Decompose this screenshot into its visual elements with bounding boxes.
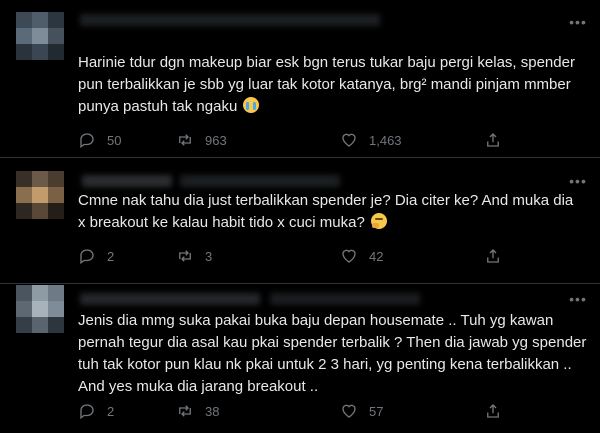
tweet-text-line: Cmne nak tahu dia just terbalikkan spend… [78, 192, 574, 209]
like-button[interactable]: 42 [340, 246, 383, 266]
like-count: 42 [369, 248, 384, 264]
tweet-text-line: tuh tak kotor pun klau nk pkai untuk 2 3… [78, 356, 572, 373]
tweet-text-line: pun terbalikkan je sbb yg luar tak kotor… [78, 76, 571, 93]
tweet-text-line: Jenis dia mmg suka pakai buka baju depan… [78, 312, 554, 329]
share-button[interactable] [484, 401, 502, 421]
author-handle-redacted [270, 293, 420, 305]
tweet-text: Jenis dia mmg suka pakai buka baju depan… [78, 310, 588, 398]
retweet-button[interactable]: 3 [176, 246, 212, 266]
author-handle-redacted [180, 175, 340, 187]
avatar[interactable] [16, 12, 64, 60]
tweet[interactable]: ••• Cmne nak tahu dia just terbalikkan s… [0, 157, 600, 283]
tweet-actions: 2 38 57 [78, 401, 518, 421]
reply-count: 50 [107, 132, 122, 148]
retweet-icon [179, 134, 191, 146]
share-icon [487, 133, 499, 147]
tweet-text-line: Harinie tdur dgn makeup biar esk bgn ter… [78, 54, 575, 71]
more-options-icon[interactable]: ••• [568, 173, 588, 189]
retweet-count: 3 [205, 248, 213, 264]
more-options-icon[interactable]: ••• [568, 291, 588, 307]
author-name-redacted [80, 14, 380, 26]
share-icon [487, 404, 499, 418]
reply-count: 2 [107, 403, 115, 419]
retweet-count: 38 [205, 403, 220, 419]
tweet-actions: 2 3 42 [78, 246, 518, 266]
reply-icon [80, 404, 94, 420]
tweet-text-line: pernah tegur dia asal kau pkai spender t… [78, 334, 587, 351]
reply-icon [80, 133, 94, 149]
like-count: 57 [369, 403, 384, 419]
like-count: 1,463 [369, 132, 402, 148]
retweet-icon [179, 405, 191, 417]
like-button[interactable]: 1,463 [340, 130, 402, 150]
reply-button[interactable]: 50 [78, 130, 121, 150]
more-options-icon[interactable]: ••• [568, 14, 588, 30]
tweet[interactable]: ••• Jenis dia mmg suka pakai buka baju d… [0, 283, 600, 433]
retweet-icon [179, 250, 191, 262]
reply-count: 2 [107, 248, 115, 264]
thinking-face-icon [371, 213, 387, 229]
like-icon [342, 249, 356, 263]
avatar[interactable] [16, 285, 64, 333]
tweet-text: Harinie tdur dgn makeup biar esk bgn ter… [78, 52, 588, 118]
reply-button[interactable]: 2 [78, 401, 114, 421]
retweet-button[interactable]: 963 [176, 130, 227, 150]
like-icon [342, 404, 356, 418]
tweet-text: Cmne nak tahu dia just terbalikkan spend… [78, 190, 588, 234]
author-name-redacted [82, 175, 172, 187]
like-icon [342, 133, 356, 147]
tweet[interactable]: ••• Harinie tdur dgn makeup biar esk bgn… [0, 0, 600, 157]
retweet-button[interactable]: 38 [176, 401, 219, 421]
share-icon [487, 249, 499, 263]
author-name-redacted [80, 293, 260, 305]
tweet-text-line: And yes muka dia jarang breakout .. [78, 378, 319, 395]
reply-icon [80, 249, 94, 265]
avatar[interactable] [16, 171, 64, 219]
loudly-crying-face-icon [243, 97, 260, 113]
retweet-count: 963 [205, 132, 227, 148]
tweet-text-line: x breakout ke kalau habit tido x cuci mu… [78, 212, 588, 234]
like-button[interactable]: 57 [340, 401, 383, 421]
share-button[interactable] [484, 130, 502, 150]
tweet-text-line: punya pastuh tak ngaku [78, 96, 588, 118]
tweet-actions: 50 963 1,463 [78, 130, 518, 150]
share-button[interactable] [484, 246, 502, 266]
reply-button[interactable]: 2 [78, 246, 114, 266]
